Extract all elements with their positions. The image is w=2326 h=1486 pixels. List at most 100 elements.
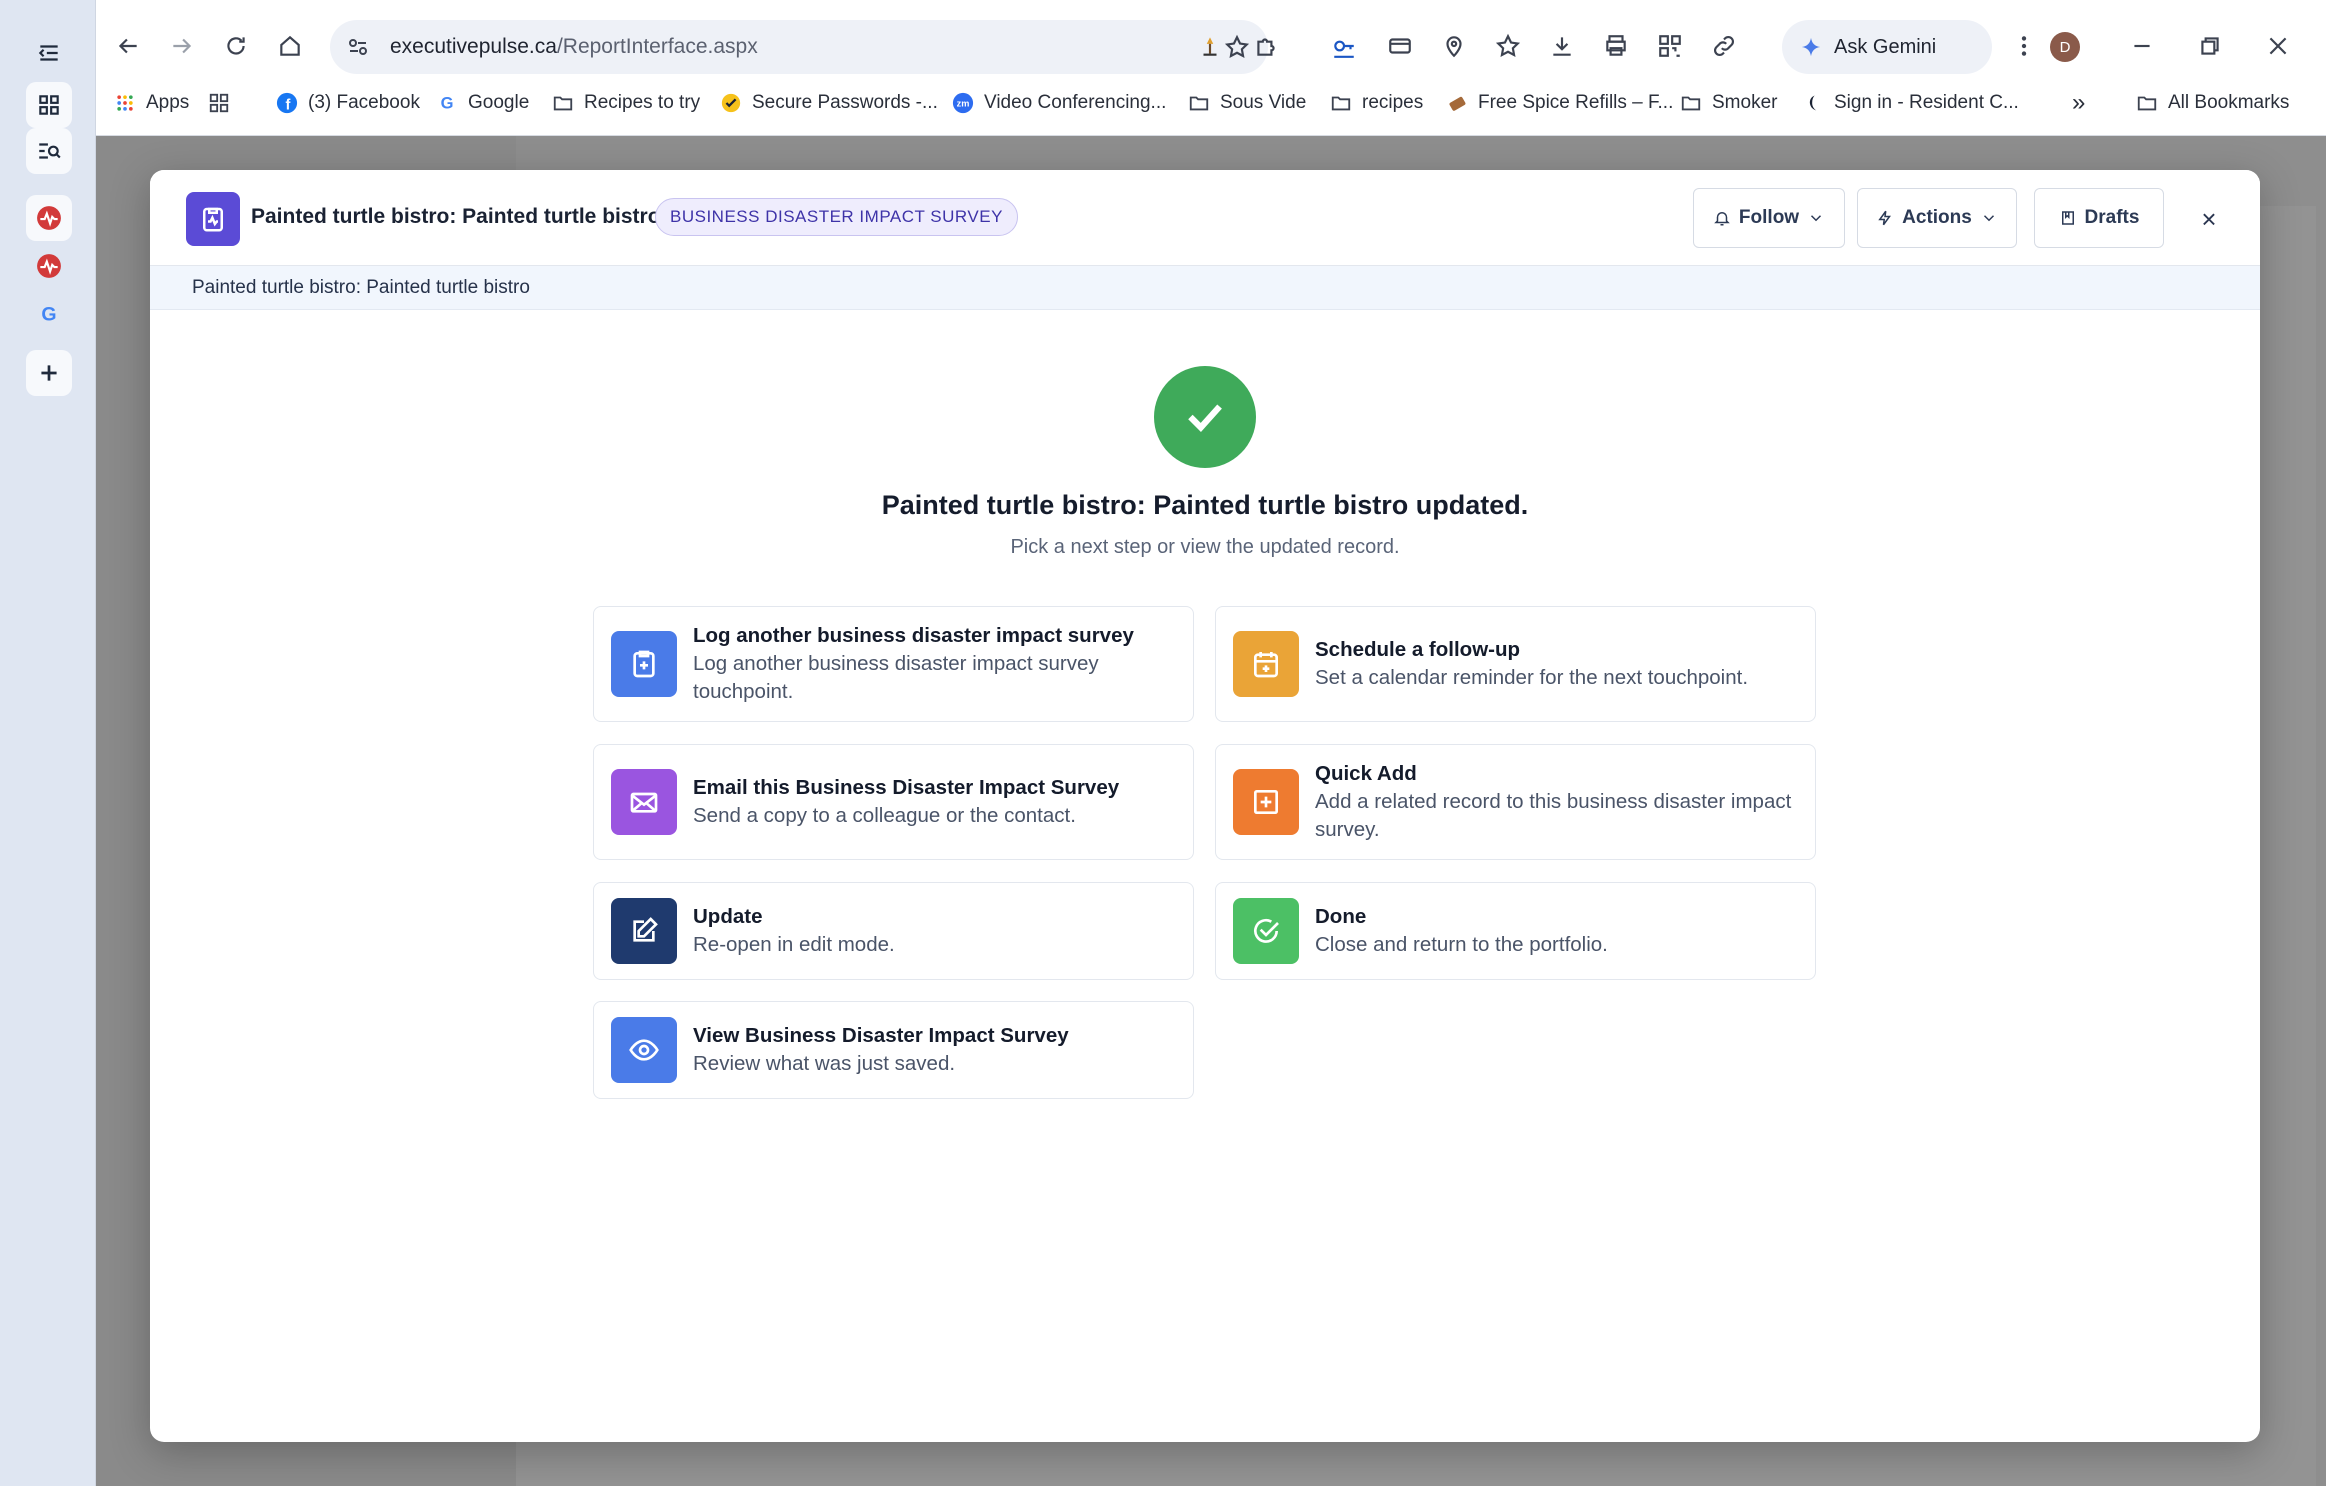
log-another-survey-card[interactable]: Log another business disaster impact sur… xyxy=(593,606,1194,722)
email-survey-card[interactable]: Email this Business Disaster Impact Surv… xyxy=(593,744,1194,860)
resident-icon xyxy=(1802,92,1824,114)
apps-grid-icon xyxy=(114,92,136,114)
envelope-icon xyxy=(611,769,677,835)
card-title: Quick Add xyxy=(1315,762,1417,785)
bookmark-label: (3) Facebook xyxy=(308,92,420,113)
card-description: Log another business disaster impact sur… xyxy=(693,652,1099,703)
home-icon[interactable] xyxy=(272,28,308,64)
apps-panel-icon[interactable] xyxy=(26,82,72,128)
bookmark-free-spice-refills[interactable]: Free Spice Refills – F... xyxy=(1446,86,1673,120)
bookmark-label: Smoker xyxy=(1712,92,1778,113)
card-description: Add a related record to this business di… xyxy=(1315,790,1792,841)
favorites-icon[interactable] xyxy=(1490,28,1526,64)
card-title: Update xyxy=(693,905,763,928)
card-description: Re-open in edit mode. xyxy=(693,933,895,956)
site-info-icon[interactable] xyxy=(346,35,370,59)
forward-icon[interactable] xyxy=(164,28,200,64)
bookmark-video-conferencing[interactable]: zm Video Conferencing... xyxy=(952,86,1166,120)
bookmark-google[interactable]: G Google xyxy=(436,86,530,120)
spice-icon xyxy=(1446,92,1468,114)
bookmark-label: Sous Vide xyxy=(1220,92,1307,113)
modal-header: Painted turtle bistro: Painted turtle bi… xyxy=(150,170,2260,266)
done-card[interactable]: Done Close and return to the portfolio. xyxy=(1215,882,1816,980)
bookmark-label: Video Conferencing... xyxy=(984,92,1167,113)
bookmark-sous-vide[interactable]: Sous Vide xyxy=(1188,86,1306,120)
svg-text:G: G xyxy=(41,304,56,326)
minimize-icon[interactable] xyxy=(2124,28,2160,64)
bookmarks-overflow[interactable]: » xyxy=(2072,86,2085,120)
print-icon[interactable] xyxy=(1598,28,1634,64)
view-survey-card[interactable]: View Business Disaster Impact Survey Rev… xyxy=(593,1001,1194,1099)
address-bar[interactable]: executivepulse.ca/ReportInterface.aspx xyxy=(330,20,1268,74)
extension-icon-1[interactable] xyxy=(1192,28,1228,64)
schedule-follow-up-card[interactable]: Schedule a follow-up Set a calendar remi… xyxy=(1215,606,1816,722)
link-icon[interactable] xyxy=(1706,28,1742,64)
bookmark-recipes-to-try[interactable]: Recipes to try xyxy=(552,86,700,120)
url-text: executivepulse.ca/ReportInterface.aspx xyxy=(390,35,758,58)
bookmark-label: Google xyxy=(468,92,530,113)
password-key-icon[interactable] xyxy=(1326,28,1362,64)
chevron-down-icon xyxy=(1980,209,1998,227)
bookmark-resident[interactable]: Sign in - Resident C... xyxy=(1802,86,2019,120)
folder-icon xyxy=(1680,92,1702,114)
bookmark-secure-passwords[interactable]: Secure Passwords -... xyxy=(720,86,938,120)
bookmark-smoker[interactable]: Smoker xyxy=(1680,86,1777,120)
svg-text:f: f xyxy=(285,97,290,113)
folder-icon xyxy=(1188,92,1210,114)
bookmarks-overflow-label: » xyxy=(2072,89,2086,116)
card-title: Done xyxy=(1315,905,1367,928)
actions-button[interactable]: Actions xyxy=(1857,188,2017,248)
pulse-app-icon[interactable] xyxy=(26,195,72,241)
bookmark-grid[interactable] xyxy=(208,86,230,120)
collapse-panel-icon[interactable] xyxy=(26,30,72,76)
ask-gemini-label: Ask Gemini xyxy=(1834,35,1937,58)
folder-icon xyxy=(2136,92,2158,114)
calendar-plus-icon xyxy=(1233,631,1299,697)
card-title: Schedule a follow-up xyxy=(1315,638,1521,661)
facebook-icon: f xyxy=(276,92,298,114)
lightning-icon xyxy=(1876,209,1894,227)
follow-label: Follow xyxy=(1738,207,1800,228)
grid-icon xyxy=(208,92,230,114)
ask-gemini-button[interactable]: Ask Gemini xyxy=(1782,20,1992,74)
bookmark-label: Apps xyxy=(146,92,190,113)
bookmark-facebook[interactable]: f (3) Facebook xyxy=(276,86,420,120)
success-subtitle: Pick a next step or view the updated rec… xyxy=(1010,536,1400,558)
download-icon[interactable] xyxy=(1544,28,1580,64)
bookmark-label: recipes xyxy=(1362,92,1424,113)
extensions-puzzle-icon[interactable] xyxy=(1248,28,1284,64)
bookmark-recipes[interactable]: recipes xyxy=(1330,86,1423,120)
qr-code-icon[interactable] xyxy=(1652,28,1688,64)
bookmark-apps[interactable]: Apps xyxy=(114,86,189,120)
success-title: Painted turtle bistro: Painted turtle bi… xyxy=(881,490,1529,520)
location-pin-icon[interactable] xyxy=(1436,28,1472,64)
quick-add-card[interactable]: Quick Add Add a related record to this b… xyxy=(1215,744,1816,860)
pulse-app-icon-2[interactable] xyxy=(26,243,72,289)
all-bookmarks[interactable]: All Bookmarks xyxy=(2136,86,2289,120)
kebab-menu-icon[interactable] xyxy=(2006,28,2042,64)
success-check-icon xyxy=(1154,366,1256,468)
modal-close-icon[interactable]: × xyxy=(2194,204,2224,234)
bookmark-label: Free Spice Refills – F... xyxy=(1478,92,1674,113)
zoom-icon: zm xyxy=(952,92,974,114)
window-close-icon[interactable] xyxy=(2260,28,2296,64)
reload-icon[interactable] xyxy=(218,28,254,64)
follow-button[interactable]: Follow xyxy=(1693,188,1845,248)
restore-icon[interactable] xyxy=(2192,28,2228,64)
back-icon[interactable] xyxy=(110,28,146,64)
add-panel-icon[interactable] xyxy=(26,350,72,396)
update-card[interactable]: Update Re-open in edit mode. xyxy=(593,882,1194,980)
actions-label: Actions xyxy=(1902,207,1972,228)
svg-text:G: G xyxy=(441,95,454,113)
card-title: Log another business disaster impact sur… xyxy=(693,624,1134,647)
drafts-button[interactable]: Drafts xyxy=(2034,188,2164,248)
card-description: Review what was just saved. xyxy=(693,1052,956,1075)
modal-title: Painted turtle bistro: Painted turtle bi… xyxy=(251,205,661,228)
profile-avatar[interactable]: D xyxy=(2050,32,2080,62)
search-tabs-icon[interactable] xyxy=(26,128,72,174)
card-icon[interactable] xyxy=(1382,28,1418,64)
drafts-label: Drafts xyxy=(2084,207,2140,228)
folder-icon xyxy=(552,92,574,114)
bookmark-label: Sign in - Resident C... xyxy=(1834,92,2019,113)
google-icon[interactable]: G xyxy=(26,291,72,337)
